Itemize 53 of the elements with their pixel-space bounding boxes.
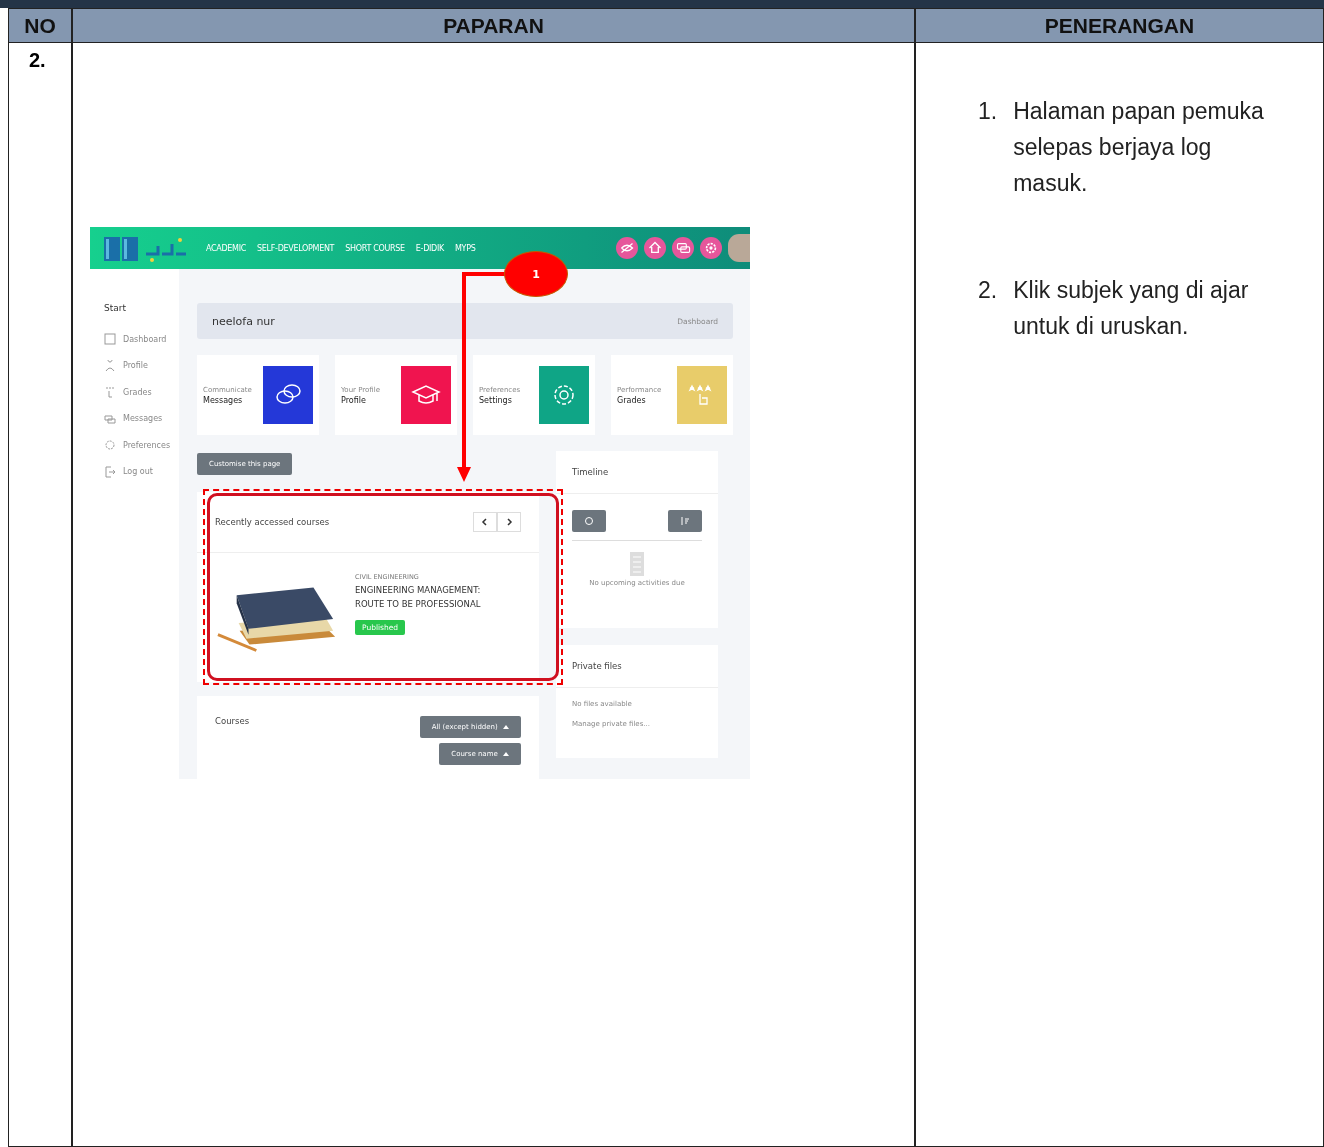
panel-title: Courses — [215, 716, 250, 728]
home-icon[interactable] — [644, 237, 666, 259]
callout-number: 1 — [504, 251, 568, 297]
explanation-text: Klik subjek yang di ajar untuk di uruskan. — [1013, 276, 1250, 341]
sidebar-item[interactable]: Log out — [104, 458, 179, 485]
filter-button[interactable] — [572, 510, 606, 532]
sidebar-item[interactable]: Profile — [104, 352, 179, 379]
list-icon — [627, 551, 647, 579]
column-header: PENERANGAN — [915, 8, 1324, 43]
panel-title: Timeline — [556, 451, 718, 494]
user-name: neelofa nur — [212, 314, 275, 328]
row-number: 2. — [29, 49, 46, 71]
sort-icon — [680, 516, 690, 526]
explanation-text: Halaman papan pemuka selepas berjaya log masuk. — [1013, 97, 1265, 198]
person-icon — [104, 359, 116, 372]
menu-item[interactable]: SHORT COURSE — [345, 243, 405, 253]
sidebar-item[interactable]: Dashboard — [104, 326, 179, 353]
clock-icon — [584, 516, 594, 526]
list-number: 1. — [978, 97, 998, 126]
previous-button[interactable] — [473, 512, 497, 532]
chat-icon[interactable] — [672, 237, 694, 259]
panel-title: Private files — [556, 645, 718, 688]
logout-icon — [104, 465, 116, 478]
sidebar-item[interactable]: Grades — [104, 379, 179, 406]
sidebar-heading: Start — [104, 303, 127, 313]
chat-icon — [104, 412, 116, 425]
sort-button[interactable] — [668, 510, 702, 532]
next-button[interactable] — [497, 512, 521, 532]
caret-icon — [503, 725, 509, 729]
card-label: Grades — [617, 395, 647, 405]
menu-item[interactable]: ACADEMIC — [206, 243, 247, 253]
card-label: Messages — [203, 395, 244, 405]
avatar[interactable] — [728, 234, 750, 262]
dashboard-icon — [104, 333, 116, 346]
menu-item[interactable]: MYPS — [455, 243, 476, 253]
grades-icon — [104, 386, 116, 399]
eye-off-icon[interactable] — [616, 237, 638, 259]
caret-icon — [503, 752, 509, 756]
card-label: Settings — [479, 395, 513, 405]
chevron-left-icon — [481, 518, 489, 526]
list-number: 2. — [978, 276, 998, 305]
column-header: PAPARAN — [72, 8, 915, 43]
menu-item[interactable]: SELF-DEVELOPMENT — [257, 243, 335, 253]
settings-icon[interactable] — [700, 237, 722, 259]
sidebar-item[interactable]: Messages — [104, 405, 179, 432]
card-label: Profile — [341, 395, 367, 405]
column-header: NO — [8, 8, 72, 43]
panel-title: Recently accessed courses — [215, 517, 330, 527]
sidebar-item[interactable]: Preferences — [104, 432, 179, 459]
menu-item[interactable]: E-DIDIK — [415, 243, 444, 253]
course-name-link[interactable]: ENGINEERING MANAGEMENT: ROUTE TO BE PROFESSIONAL — [355, 583, 505, 611]
gear-icon — [104, 439, 116, 452]
chevron-right-icon — [505, 518, 513, 526]
